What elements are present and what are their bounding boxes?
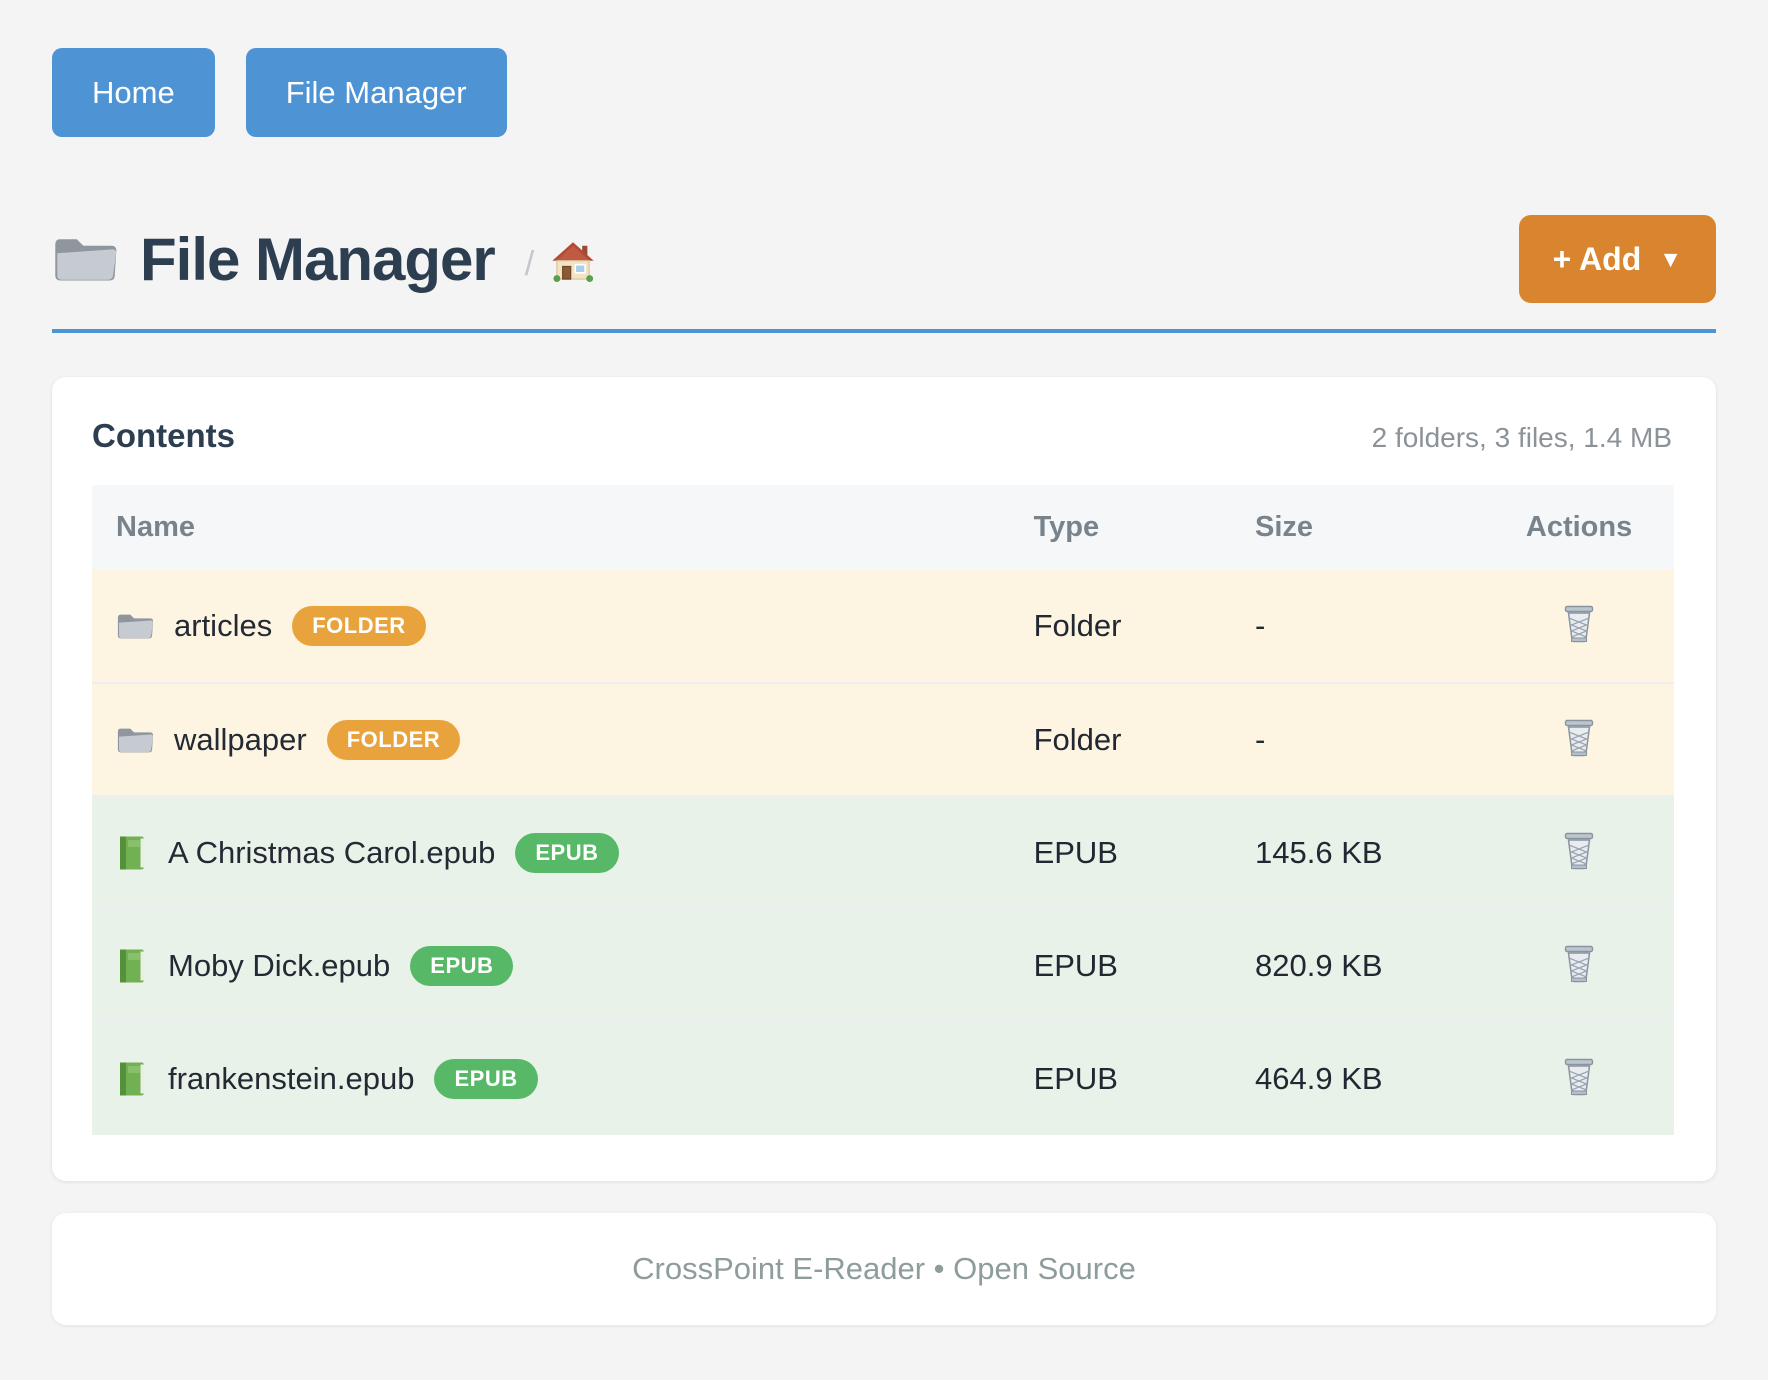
trash-icon — [1561, 1057, 1597, 1097]
title-divider — [52, 329, 1716, 333]
title-wrap: File Manager / — [52, 225, 596, 294]
column-header-name: Name — [92, 485, 1010, 570]
book-icon — [116, 948, 148, 984]
type-badge: EPUB — [410, 946, 513, 986]
type-badge: EPUB — [515, 833, 618, 873]
book-icon — [116, 1061, 148, 1097]
contents-panel: Contents 2 folders, 3 files, 1.4 MB Name… — [52, 377, 1716, 1181]
footer: CrossPoint E-Reader • Open Source — [52, 1213, 1716, 1325]
nav-home-button[interactable]: Home — [52, 48, 215, 137]
file-name[interactable]: Moby Dick.epub — [168, 948, 390, 984]
delete-button[interactable] — [1557, 827, 1601, 875]
delete-button[interactable] — [1557, 1053, 1601, 1101]
contents-panel-header: Contents 2 folders, 3 files, 1.4 MB — [92, 417, 1674, 455]
nav-file-manager-button[interactable]: File Manager — [246, 48, 507, 137]
type-badge: FOLDER — [292, 606, 425, 646]
top-nav: Home File Manager — [52, 48, 1716, 137]
trash-icon — [1561, 831, 1597, 871]
delete-button[interactable] — [1557, 600, 1601, 648]
add-button-label: + Add — [1553, 243, 1642, 275]
file-name[interactable]: frankenstein.epub — [168, 1061, 414, 1097]
type-badge: FOLDER — [327, 720, 460, 760]
delete-button[interactable] — [1557, 940, 1601, 988]
type-cell: EPUB — [1010, 1022, 1231, 1135]
home-icon[interactable] — [550, 240, 596, 286]
type-cell: Folder — [1010, 683, 1231, 796]
trash-icon — [1561, 604, 1597, 644]
size-cell: 820.9 KB — [1231, 909, 1484, 1022]
type-cell: EPUB — [1010, 909, 1231, 1022]
folder-icon — [52, 232, 118, 286]
trash-icon — [1561, 718, 1597, 758]
table-row: articles FOLDER Folder - — [92, 570, 1674, 683]
folder-icon — [116, 724, 154, 756]
type-cell: EPUB — [1010, 796, 1231, 909]
size-cell: - — [1231, 570, 1484, 683]
file-manager-page: Home File Manager File Manager / + Add — [0, 0, 1768, 1325]
caret-down-icon: ▼ — [1659, 248, 1682, 271]
add-button[interactable]: + Add ▼ — [1519, 215, 1716, 303]
contents-table-body: articles FOLDER Folder - — [92, 570, 1674, 1135]
trash-icon — [1561, 944, 1597, 984]
type-badge: EPUB — [434, 1059, 537, 1099]
type-cell: Folder — [1010, 570, 1231, 683]
size-cell: 145.6 KB — [1231, 796, 1484, 909]
file-name[interactable]: articles — [174, 608, 272, 644]
file-name[interactable]: wallpaper — [174, 722, 307, 758]
footer-text: CrossPoint E-Reader • Open Source — [632, 1251, 1136, 1287]
book-icon — [116, 835, 148, 871]
panel-title: Contents — [92, 417, 235, 455]
size-cell: 464.9 KB — [1231, 1022, 1484, 1135]
table-row: Moby Dick.epub EPUB EPUB 820.9 KB — [92, 909, 1674, 1022]
column-header-type: Type — [1010, 485, 1231, 570]
file-name[interactable]: A Christmas Carol.epub — [168, 835, 495, 871]
breadcrumb-separator: / — [525, 245, 534, 284]
table-header-row: Name Type Size Actions — [92, 485, 1674, 570]
table-row: wallpaper FOLDER Folder - — [92, 683, 1674, 796]
column-header-actions: Actions — [1484, 485, 1674, 570]
contents-summary: 2 folders, 3 files, 1.4 MB — [1372, 422, 1672, 454]
delete-button[interactable] — [1557, 714, 1601, 762]
size-cell: - — [1231, 683, 1484, 796]
table-row: frankenstein.epub EPUB EPUB 464.9 KB — [92, 1022, 1674, 1135]
folder-icon — [116, 610, 154, 642]
table-row: A Christmas Carol.epub EPUB EPUB 145.6 K… — [92, 796, 1674, 909]
page-title: File Manager — [140, 225, 495, 294]
column-header-size: Size — [1231, 485, 1484, 570]
contents-table: Name Type Size Actions ar — [92, 485, 1674, 1135]
page-header: File Manager / + Add ▼ — [52, 215, 1716, 303]
